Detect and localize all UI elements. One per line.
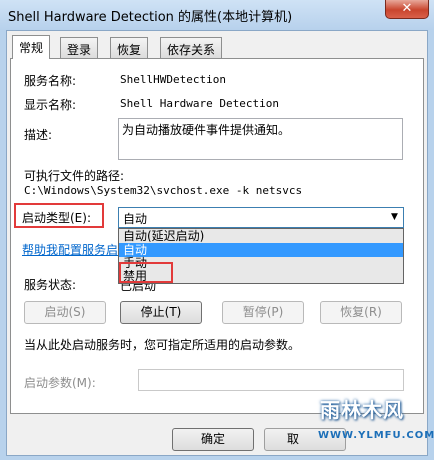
resume-button[interactable]: 恢复(R) — [320, 301, 402, 324]
startup-type-value: 自动 — [123, 212, 148, 226]
chevron-down-icon[interactable]: ▼ — [386, 208, 403, 227]
stop-button[interactable]: 停止(T) — [120, 301, 202, 324]
option-auto[interactable]: 自动 — [119, 243, 403, 257]
ok-button[interactable]: 确定 — [172, 428, 254, 451]
start-params-hint: 当从此处启动服务时，您可指定所适用的启动参数。 — [24, 338, 301, 352]
exe-path-value: C:\Windows\System32\svchost.exe -k netsv… — [24, 184, 303, 197]
start-params-label: 启动参数(M): — [24, 376, 96, 390]
description-text: 为自动播放硬件事件提供通知。 — [122, 123, 291, 137]
tab-logon[interactable]: 登录 — [60, 37, 99, 58]
window-title: Shell Hardware Detection 的属性(本地计算机) — [8, 10, 293, 25]
pause-button[interactable]: 暂停(P) — [222, 301, 304, 324]
start-button[interactable]: 启动(S) — [24, 301, 106, 324]
start-params-input[interactable] — [138, 369, 404, 391]
exe-path-label: 可执行文件的路径: — [24, 169, 125, 183]
service-name-value: ShellHWDetection — [120, 73, 226, 86]
service-name-label: 服务名称: — [24, 74, 77, 88]
title-bar[interactable]: Shell Hardware Detection 的属性(本地计算机) — [0, 0, 434, 30]
description-textbox[interactable]: 为自动播放硬件事件提供通知。 — [118, 118, 403, 160]
service-status-label: 服务状态: — [24, 278, 77, 292]
description-label: 描述: — [24, 128, 53, 142]
close-icon: ✕ — [401, 1, 413, 16]
option-auto-delayed[interactable]: 自动(延迟启动) — [119, 229, 403, 243]
close-button[interactable]: ✕ — [385, 0, 429, 19]
site-watermark: 雨林木风 WWW.YLMFU.COM — [306, 390, 434, 456]
startup-type-select[interactable]: 自动 ▼ — [118, 207, 404, 228]
watermark-logo-text: 雨林木风 — [320, 398, 404, 422]
help-configure-link[interactable]: 帮助我配置服务启 — [22, 241, 118, 258]
red-highlight-box — [14, 203, 104, 228]
red-highlight-box — [119, 262, 173, 283]
display-name-label: 显示名称: — [24, 98, 77, 112]
tab-dependencies[interactable]: 依存关系 — [160, 37, 223, 58]
watermark-url: WWW.YLMFU.COM — [318, 430, 434, 441]
tab-general[interactable]: 常规 — [12, 35, 51, 59]
display-name-value: Shell Hardware Detection — [120, 97, 279, 110]
tab-recovery[interactable]: 恢复 — [110, 37, 149, 58]
